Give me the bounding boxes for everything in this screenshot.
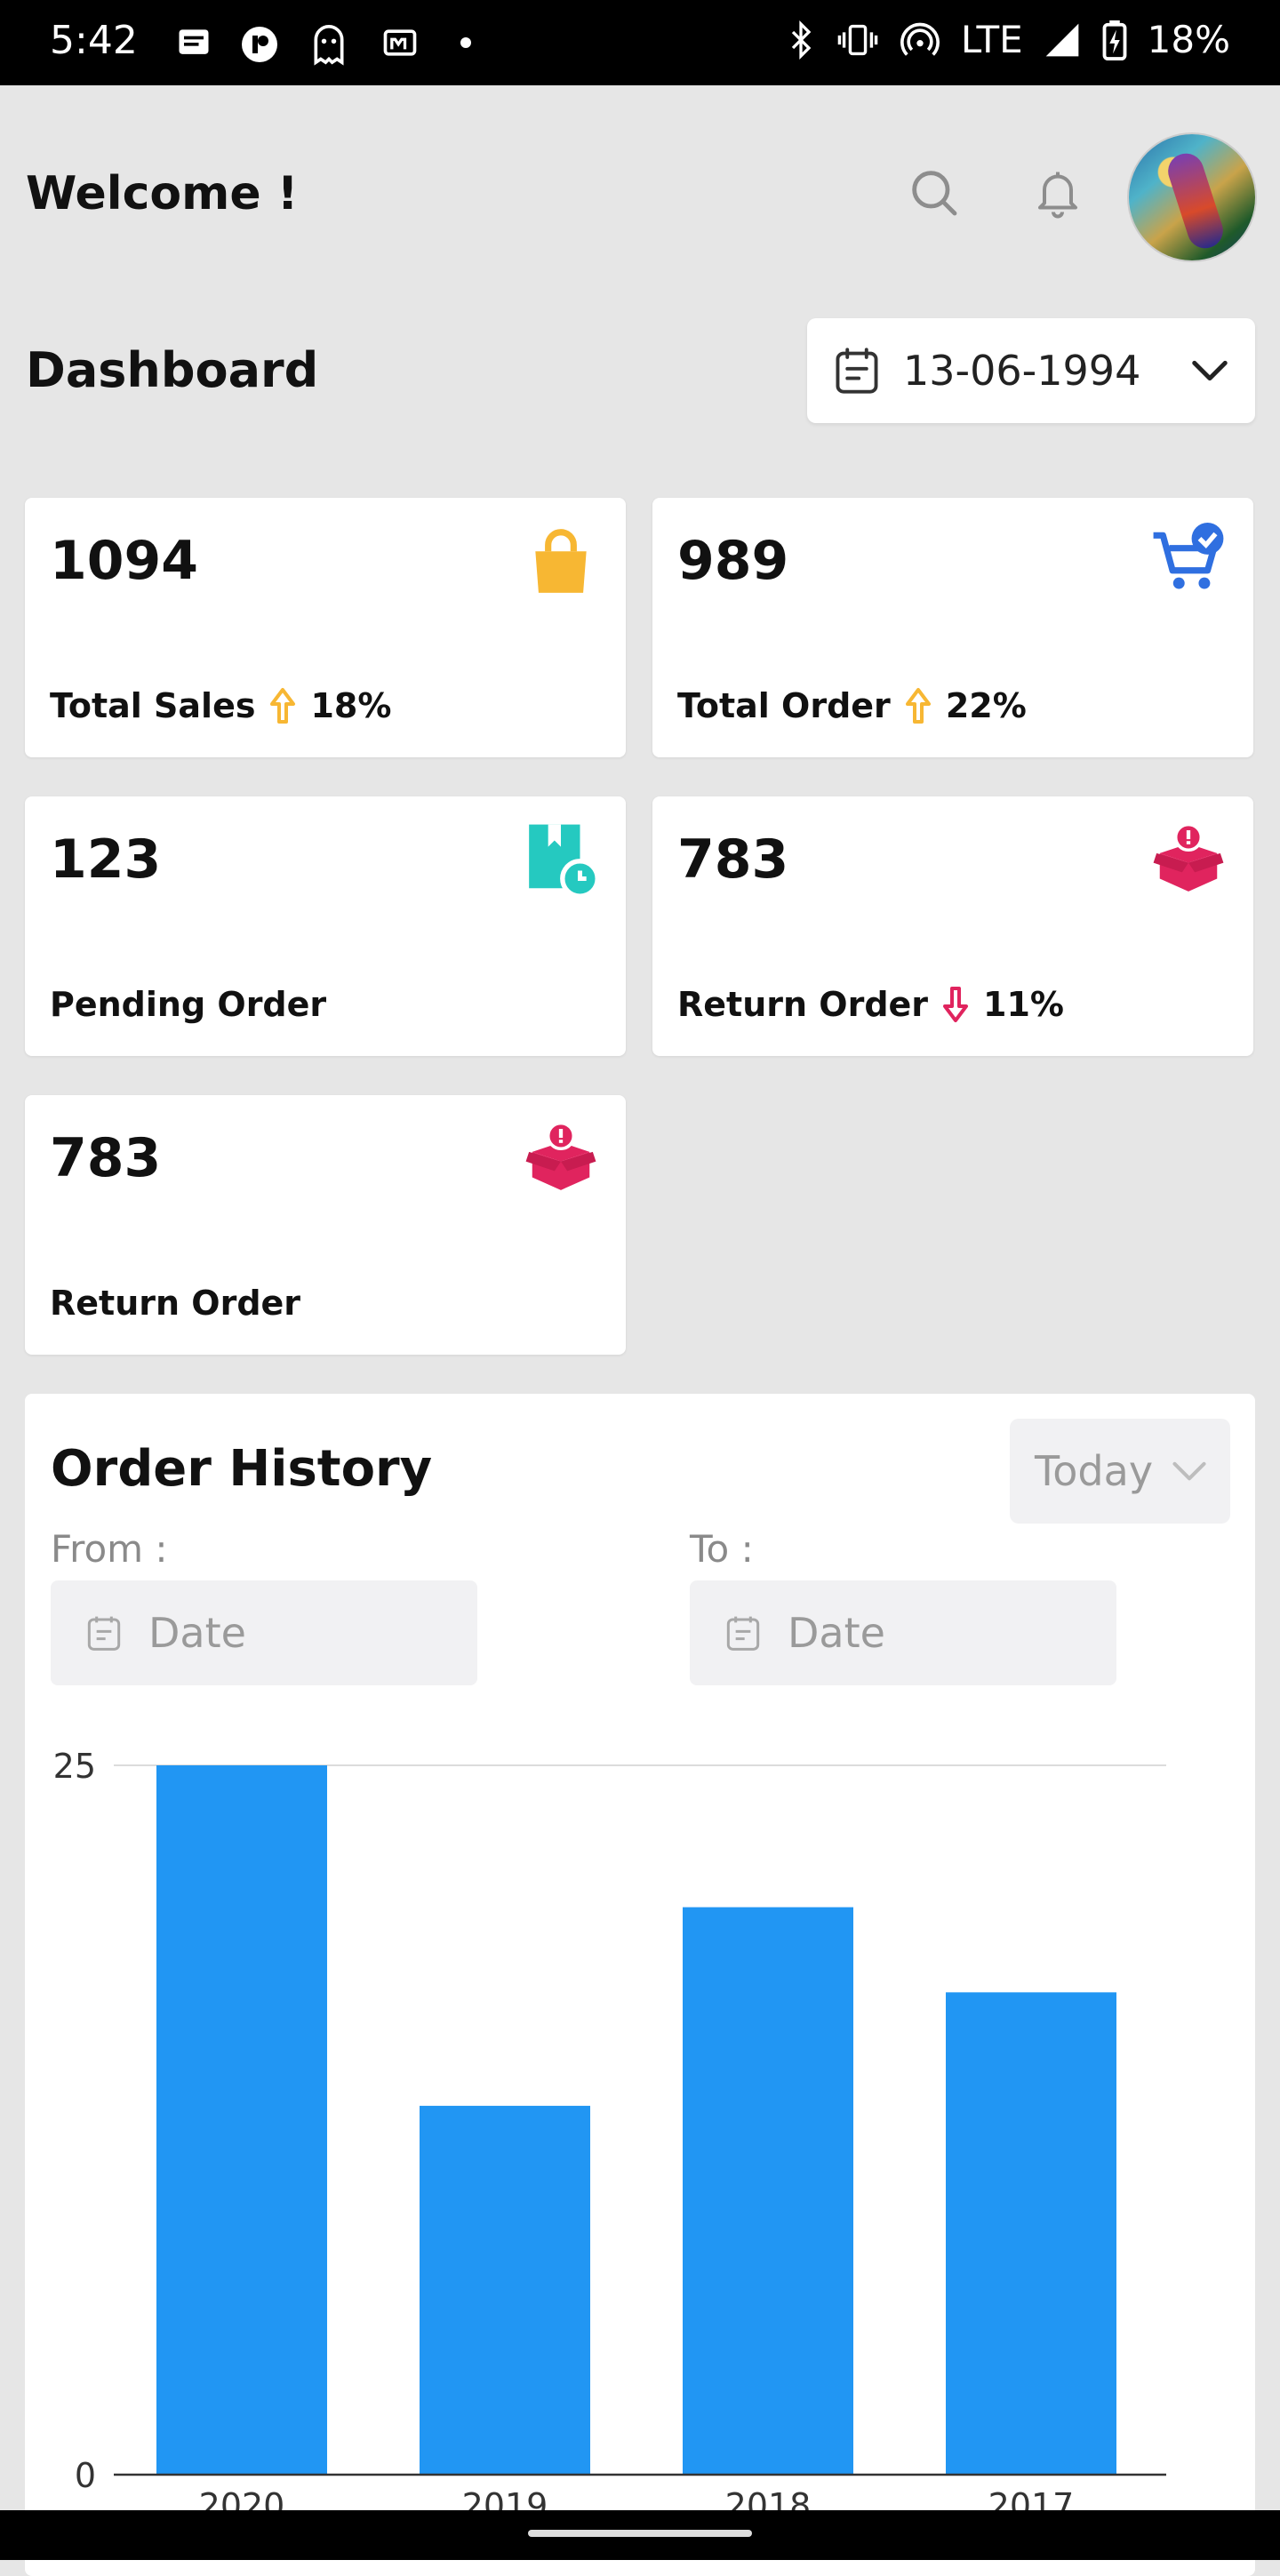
bluetooth-icon: [791, 20, 812, 60]
bar: [683, 1907, 853, 2475]
calendar-icon: [836, 348, 878, 394]
signal-icon: [1045, 23, 1078, 56]
system-nav-bar: [0, 2510, 1280, 2560]
range-select[interactable]: Today: [1010, 1419, 1230, 1524]
y-tick-label: 0: [75, 2456, 96, 2495]
from-date-input[interactable]: Date: [51, 1580, 477, 1685]
chevron-down-icon: [1192, 360, 1228, 381]
welcome-text: Welcome !: [26, 167, 299, 220]
page-title: Dashboard: [26, 342, 319, 398]
stat-value: 783: [50, 1127, 162, 1189]
bar: [156, 1765, 327, 2475]
calendar-icon: [726, 1616, 760, 1651]
shopping-bag-icon: [535, 529, 587, 593]
stat-label: Total Sales: [50, 686, 256, 725]
stat-card-total-sales[interactable]: 1094 Total Sales 18%: [25, 498, 626, 757]
status-right: LTE 18%: [785, 18, 1230, 61]
stat-label: Total Order: [677, 686, 891, 725]
stat-label: Pending Order: [50, 985, 327, 1024]
chevron-down-icon: [1172, 1461, 1206, 1481]
notifications-button[interactable]: [1022, 156, 1093, 228]
status-time: 5:42: [50, 18, 138, 63]
stat-label-row: Pending Order: [50, 985, 326, 1024]
stat-card-return-order[interactable]: 783 Return Order 11%: [652, 796, 1253, 1056]
selected-date: 13-06-1994: [903, 347, 1141, 395]
stat-value: 1094: [50, 530, 198, 592]
order-history-chart: 0252020 2019 2018 2017: [53, 1747, 1166, 2525]
stat-card-total-order[interactable]: 989 Total Order 22%: [652, 498, 1253, 757]
from-date-placeholder: Date: [148, 1609, 246, 1657]
m-app-icon: [383, 29, 417, 56]
stat-label-row: Return Order 11%: [677, 985, 1064, 1024]
trend-up-icon: [270, 688, 296, 724]
stat-label: Return Order: [50, 1284, 301, 1323]
y-tick-label: 25: [53, 1747, 96, 1786]
search-button[interactable]: [898, 156, 969, 228]
battery-level: 18%: [1147, 18, 1230, 61]
avatar[interactable]: [1129, 134, 1255, 260]
order-history-panel: Order History Today From : To : Date Dat…: [25, 1394, 1255, 2576]
message-icon: [179, 29, 209, 54]
to-date-input[interactable]: Date: [690, 1580, 1116, 1685]
trend-down-icon: [943, 987, 969, 1022]
app-badge-icon: [242, 27, 277, 62]
bar: [946, 1992, 1116, 2475]
to-label: To :: [690, 1527, 754, 1571]
date-picker[interactable]: 13-06-1994: [807, 318, 1255, 423]
range-value: Today: [1035, 1447, 1154, 1495]
network-type: LTE: [960, 18, 1023, 61]
return-box-icon: [525, 1121, 596, 1190]
trend-up-icon: [905, 688, 931, 724]
stat-label: Return Order: [677, 985, 929, 1024]
stat-label-row: Total Order 22%: [677, 686, 1027, 725]
stat-value: 783: [677, 828, 789, 891]
battery-charging-icon: [1102, 20, 1127, 60]
cart-check-icon: [1153, 523, 1224, 589]
stat-label-row: Return Order: [50, 1284, 300, 1323]
home-indicator[interactable]: [528, 2530, 752, 2537]
calendar-icon: [87, 1616, 121, 1651]
app-header: Welcome !: [0, 85, 1280, 308]
vibrate-icon: [837, 24, 878, 55]
stat-value: 989: [677, 530, 789, 592]
to-date-placeholder: Date: [788, 1609, 885, 1657]
bell-icon: [1038, 172, 1077, 219]
stat-card-return-order-2[interactable]: 783 Return Order: [25, 1095, 626, 1355]
order-history-title: Order History: [51, 1440, 433, 1498]
ghost-icon: [314, 25, 344, 66]
stat-value: 123: [50, 828, 162, 891]
return-box-icon: [1153, 822, 1224, 892]
stat-card-pending-order[interactable]: 123 Pending Order: [25, 796, 626, 1056]
search-icon: [912, 171, 957, 216]
stat-percent: 11%: [983, 985, 1064, 1024]
stat-percent: 18%: [310, 686, 392, 725]
dot-icon: [460, 37, 471, 48]
bar: [420, 2106, 590, 2475]
from-label: From :: [51, 1527, 168, 1571]
bookmark-clock-icon: [529, 824, 599, 898]
stat-label-row: Total Sales 18%: [50, 686, 391, 725]
stat-percent: 22%: [945, 686, 1027, 725]
status-bar: 5:42 LTE 18%: [0, 0, 1280, 85]
hotspot-icon: [900, 22, 940, 56]
